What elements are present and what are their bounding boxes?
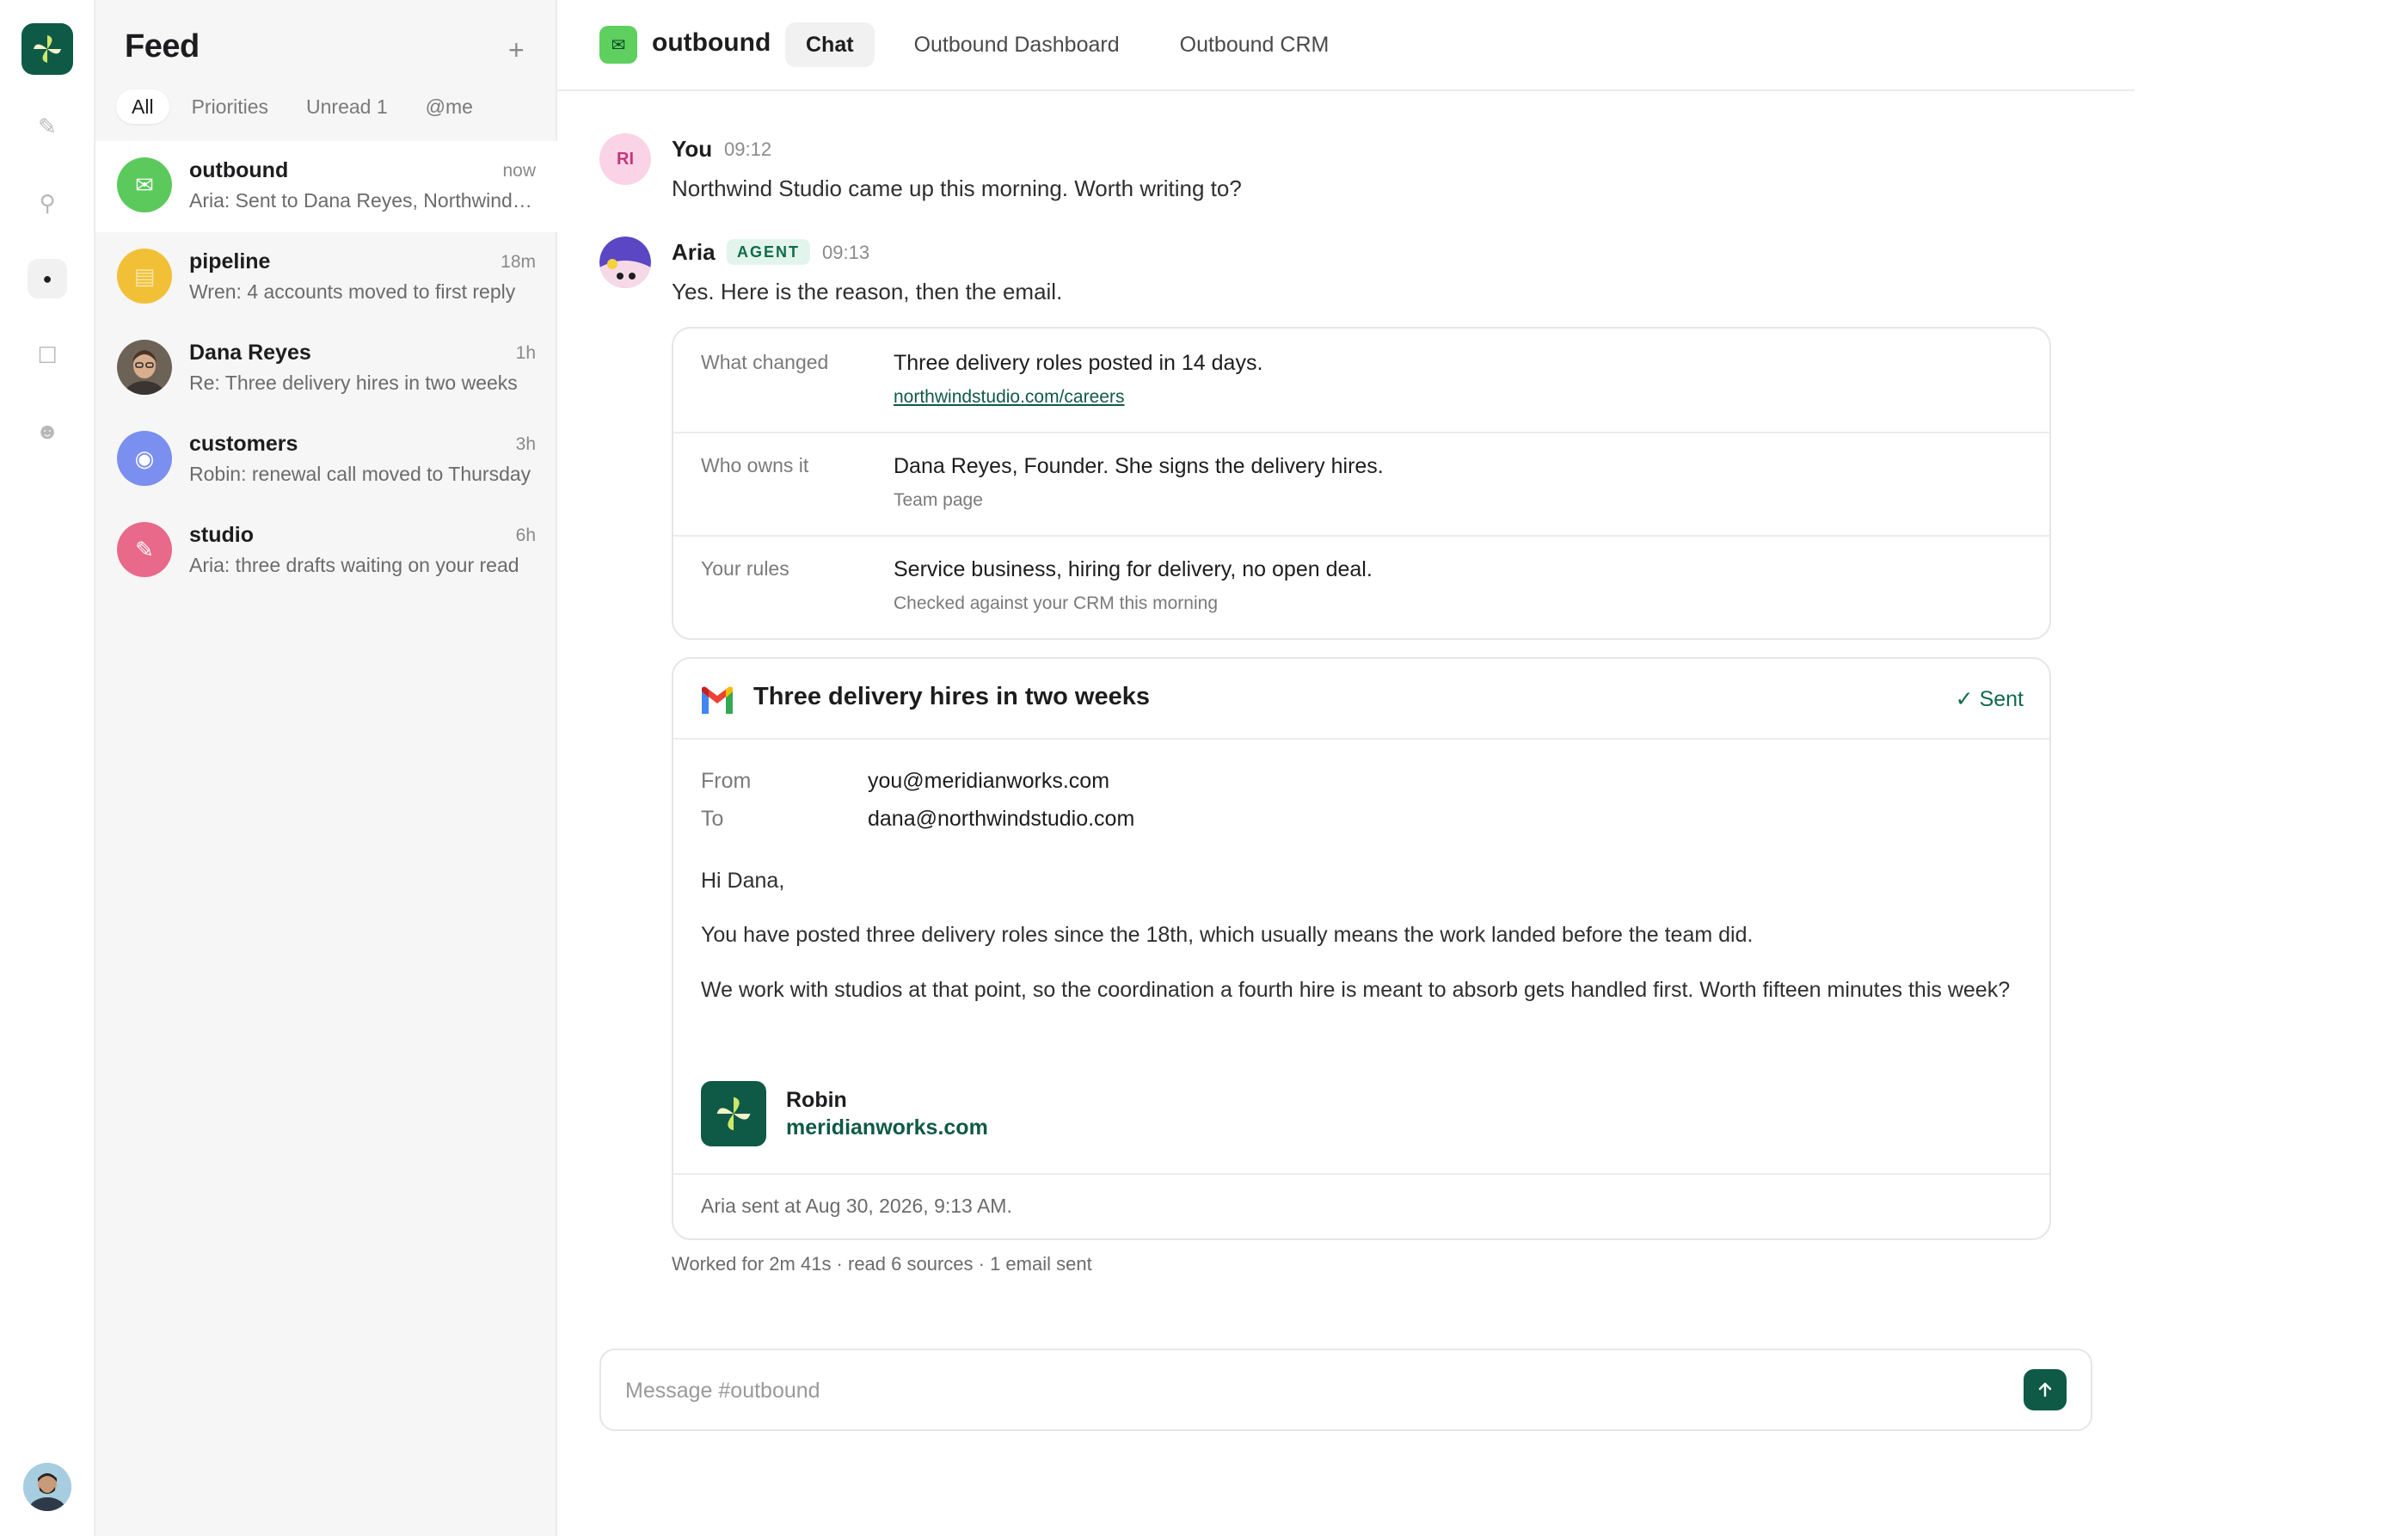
email-card: Three delivery hires in two weeks ✓ Sent… <box>672 657 2051 1240</box>
reason-row-your-rules: Your rules Service business, hiring for … <box>673 537 2049 638</box>
feed-item-pipeline[interactable]: ▤ pipeline 18m Wren: 4 accounts moved to… <box>95 232 557 323</box>
pipeline-icon: ▤ <box>117 249 172 304</box>
app-rail: ✎ ⚲ ● ☐ ☻ <box>0 0 95 1536</box>
tab-outbound-crm[interactable]: Outbound CRM <box>1159 22 1350 67</box>
email-subject: Three delivery hires in two weeks <box>753 683 1150 710</box>
feed-filters: All Priorities Unread 1 @me <box>116 89 488 124</box>
agent-badge: AGENT <box>727 239 810 265</box>
send-button[interactable] <box>2024 1369 2067 1410</box>
feed-item-name: Dana Reyes <box>189 341 311 365</box>
channel-mail-icon: ✉ <box>599 26 637 64</box>
gmail-icon <box>702 686 733 714</box>
main-pane: ✉ outbound Chat Outbound Dashboard Outbo… <box>557 0 2408 1536</box>
filter-unread[interactable]: Unread 1 <box>291 89 403 124</box>
signature-logo <box>701 1081 766 1146</box>
feed-item-name: customers <box>189 432 298 456</box>
reason-sub: Team page <box>894 490 983 510</box>
to-label: To <box>701 807 724 831</box>
feed-item-preview: Aria: three drafts waiting on your read <box>189 554 519 576</box>
message-author: You <box>672 136 713 162</box>
feed-title: Feed <box>125 28 200 65</box>
feed-item-time: now <box>502 161 536 181</box>
email-paragraph: You have posted three delivery roles sin… <box>701 923 1754 947</box>
pin-icon[interactable]: ⚲ <box>28 183 67 223</box>
divider <box>673 1173 2049 1175</box>
filter-all[interactable]: All <box>116 89 169 124</box>
channel-name: outbound <box>652 28 771 57</box>
feed-item-time: 1h <box>515 343 536 363</box>
filter-mentions[interactable]: @me <box>410 89 488 124</box>
message-composer <box>599 1349 2092 1431</box>
reason-row-who-owns-it: Who owns it Dana Reyes, Founder. She sig… <box>673 433 2049 535</box>
channel-header: ✉ outbound Chat Outbound Dashboard Outbo… <box>557 0 2135 91</box>
app-logo[interactable] <box>22 23 73 75</box>
careers-link[interactable]: northwindstudio.com/careers <box>894 387 1124 408</box>
signature-name: Robin <box>786 1088 847 1112</box>
feed-item-preview: Re: Three delivery hires in two weeks <box>189 372 518 394</box>
pinwheel-logo-icon <box>34 35 61 63</box>
email-greeting: Hi Dana, <box>701 869 785 893</box>
feed-item-name: pipeline <box>189 249 271 273</box>
message-text: Yes. Here is the reason, then the email. <box>672 279 1063 304</box>
message-text: Northwind Studio came up this morning. W… <box>672 175 1242 201</box>
target-icon: ◉ <box>117 431 172 486</box>
user-avatar[interactable] <box>23 1463 71 1511</box>
feed-item-outbound[interactable]: ✉ outbound now Aria: Sent to Dana Reyes,… <box>95 141 557 232</box>
dana-reyes-avatar <box>117 340 172 395</box>
reason-card: What changed Three delivery roles posted… <box>672 327 2051 640</box>
reason-sub: Checked against your CRM this morning <box>894 593 1218 613</box>
feed-item-preview: Robin: renewal call moved to Thursday <box>189 463 531 485</box>
message-time: 09:12 <box>724 138 772 160</box>
from-label: From <box>701 769 752 793</box>
reason-label: Who owns it <box>701 454 809 476</box>
message-input[interactable] <box>625 1374 1967 1407</box>
email-sent-footer: Aria sent at Aug 30, 2026, 9:13 AM. <box>701 1195 1012 1217</box>
from-address: you@meridianworks.com <box>868 769 1110 793</box>
message-author: Aria <box>672 239 716 265</box>
pinwheel-logo-icon <box>716 1097 751 1131</box>
feed-item-preview: Aria: Sent to Dana Reyes, Northwind Stud… <box>189 189 538 212</box>
reason-value: Three delivery roles posted in 14 days. <box>894 351 1263 375</box>
tab-chat[interactable]: Chat <box>785 22 875 67</box>
feed-panel: Feed + All Priorities Unread 1 @me ✉ out… <box>95 0 557 1536</box>
aria-agent-avatar <box>599 237 651 288</box>
feed-item-name: studio <box>189 523 254 547</box>
smiley-icon[interactable]: ☻ <box>28 411 67 451</box>
feed-item-name: outbound <box>189 158 289 182</box>
arrow-up-icon <box>2038 1382 2052 1398</box>
new-conversation-plus-icon[interactable]: + <box>508 33 525 67</box>
feed-item-customers[interactable]: ◉ customers 3h Robin: renewal call moved… <box>95 415 557 506</box>
reason-value: Service business, hiring for delivery, n… <box>894 557 1373 581</box>
reason-label: What changed <box>701 351 829 373</box>
reason-row-what-changed: What changed Three delivery roles posted… <box>673 329 2049 432</box>
dot-icon[interactable]: ● <box>28 259 67 298</box>
feed-item-preview: Wren: 4 accounts moved to first reply <box>189 280 516 303</box>
email-header: Three delivery hires in two weeks ✓ Sent <box>673 659 2049 740</box>
feed-item-time: 3h <box>515 434 536 454</box>
filter-priorities[interactable]: Priorities <box>176 89 284 124</box>
feed-item-time: 6h <box>515 525 536 545</box>
user-initials-avatar: RI <box>599 133 651 185</box>
pen-icon: ✎ <box>117 522 172 577</box>
pencil-icon[interactable]: ✎ <box>28 107 67 146</box>
reason-label: Your rules <box>701 557 789 580</box>
reason-value: Dana Reyes, Founder. She signs the deliv… <box>894 454 1384 478</box>
feed-item-studio[interactable]: ✎ studio 6h Aria: three drafts waiting o… <box>95 506 557 597</box>
tab-outbound-dashboard[interactable]: Outbound Dashboard <box>894 22 1140 67</box>
signature-site-link[interactable]: meridianworks.com <box>786 1115 988 1140</box>
feed-item-time: 18m <box>501 252 536 272</box>
to-address: dana@northwindstudio.com <box>868 807 1135 831</box>
sent-status: ✓ Sent <box>1955 687 2024 711</box>
mail-icon: ✉ <box>117 157 172 212</box>
square-icon[interactable]: ☐ <box>28 335 67 375</box>
email-paragraph: We work with studios at that point, so t… <box>701 978 2011 1002</box>
feed-item-dana-reyes[interactable]: Dana Reyes 1h Re: Three delivery hires i… <box>95 323 557 415</box>
work-summary: Worked for 2m 41s · read 6 sources · 1 e… <box>672 1253 1092 1275</box>
channel-tabs: Chat Outbound Dashboard Outbound CRM <box>785 22 1349 67</box>
message-time: 09:13 <box>822 242 870 263</box>
